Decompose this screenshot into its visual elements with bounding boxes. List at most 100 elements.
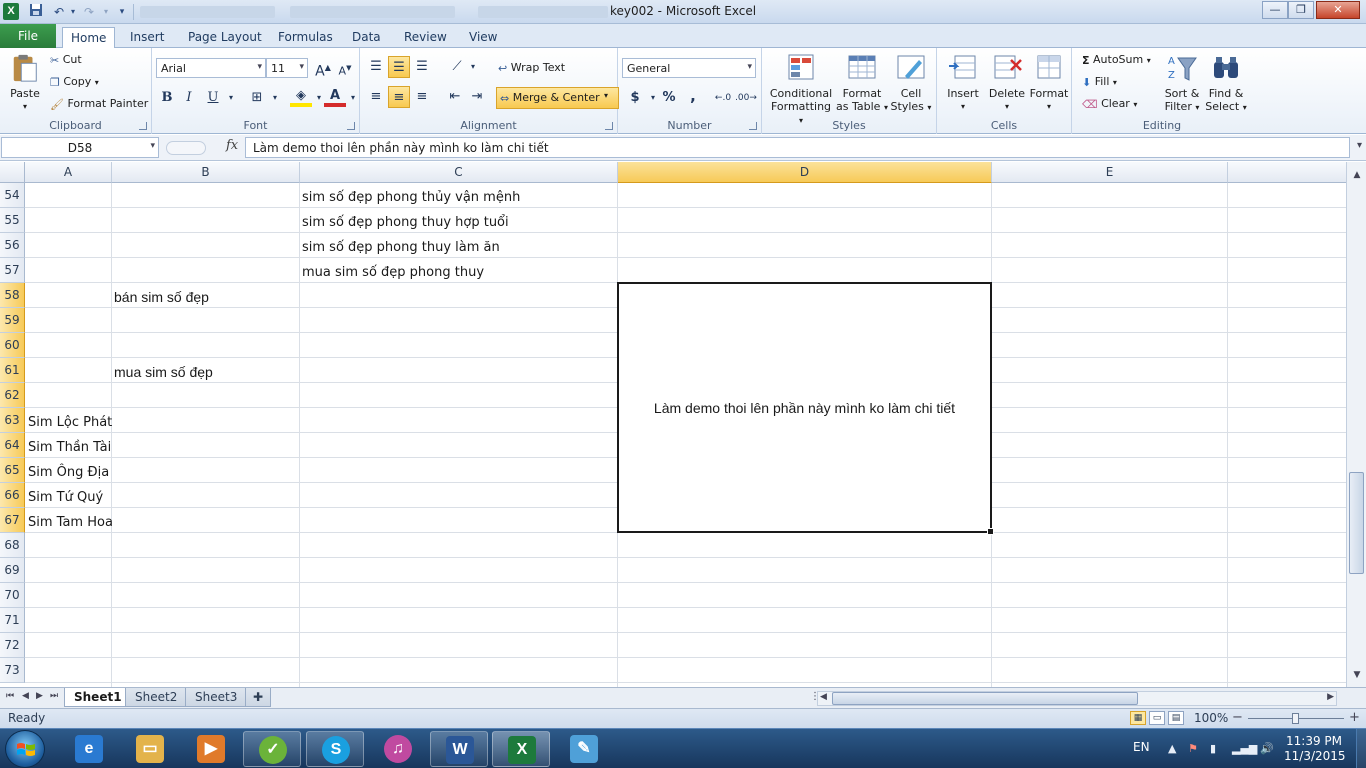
cut-button[interactable]: ✂ Cut: [50, 53, 82, 67]
taskbar-skype[interactable]: S: [306, 731, 364, 767]
align-center-icon[interactable]: ≡: [388, 86, 410, 108]
column-header-e[interactable]: E: [992, 162, 1228, 183]
column-header-a[interactable]: A: [25, 162, 112, 183]
formula-input[interactable]: Làm demo thoi lên phần này mình ko làm c…: [245, 137, 1350, 158]
copy-button[interactable]: ❐ Copy ▾: [50, 75, 99, 89]
row-header-60[interactable]: 60: [0, 333, 25, 358]
row-header-61[interactable]: 61: [0, 358, 25, 383]
row-header-59[interactable]: 59: [0, 308, 25, 333]
tab-home[interactable]: Home: [62, 27, 116, 49]
zoom-in-button[interactable]: +: [1349, 710, 1360, 725]
align-left-icon[interactable]: ≡: [365, 86, 387, 108]
scroll-right-icon[interactable]: ▶: [1327, 692, 1334, 702]
shrink-font-icon[interactable]: A▼: [334, 57, 356, 79]
minimize-button[interactable]: —: [1262, 1, 1288, 19]
cell-c56[interactable]: sim số đẹp phong thuy làm ăn: [299, 235, 500, 260]
bold-button[interactable]: B: [156, 87, 178, 109]
tab-data[interactable]: Data: [344, 27, 389, 48]
grow-font-icon[interactable]: A▲: [312, 57, 334, 80]
taskbar-itunes[interactable]: ♫: [369, 731, 427, 767]
paste-dropdown-icon[interactable]: ▾: [6, 100, 44, 113]
name-box[interactable]: D58: [1, 137, 159, 158]
taskbar-paint[interactable]: ✎: [555, 731, 613, 767]
scroll-up-icon[interactable]: ▲: [1349, 170, 1365, 180]
volume-icon[interactable]: 🔊: [1260, 742, 1274, 755]
row-header-58[interactable]: 58: [0, 283, 25, 308]
select-all-button[interactable]: [0, 162, 25, 183]
cell-a64[interactable]: Sim Thần Tài: [25, 435, 111, 460]
wrap-text-button[interactable]: ↩ Wrap Text: [498, 61, 565, 75]
start-button[interactable]: [5, 730, 45, 768]
cell-c55[interactable]: sim số đẹp phong thuy hợp tuổi: [299, 210, 509, 235]
zoom-slider-knob[interactable]: [1292, 713, 1299, 724]
align-right-icon[interactable]: ≡: [411, 86, 433, 108]
row-header-57[interactable]: 57: [0, 258, 25, 283]
number-format-select[interactable]: General: [622, 58, 756, 78]
row-header-70[interactable]: 70: [0, 583, 25, 608]
page-layout-view-icon[interactable]: ▭: [1149, 711, 1165, 725]
cell-a67[interactable]: Sim Tam Hoa: [25, 510, 113, 535]
font-launcher-icon[interactable]: [347, 122, 355, 130]
conditional-formatting-button[interactable]: Conditional Formatting ▾: [768, 52, 834, 127]
cell-a66[interactable]: Sim Tứ Quý: [25, 485, 103, 510]
format-as-table-button[interactable]: Format as Table ▾: [836, 52, 888, 114]
last-sheet-icon[interactable]: ⏭: [50, 691, 58, 701]
formula-bar-resize-handle[interactable]: [166, 141, 206, 155]
align-middle-icon[interactable]: ☰: [388, 56, 410, 78]
row-header-62[interactable]: 62: [0, 383, 25, 408]
page-break-view-icon[interactable]: ▤: [1168, 711, 1184, 725]
borders-dropdown-icon[interactable]: ▾: [264, 87, 286, 109]
column-header-b[interactable]: B: [112, 162, 300, 183]
tab-insert[interactable]: Insert: [122, 27, 172, 48]
show-hidden-icons-icon[interactable]: ▲: [1168, 742, 1176, 755]
copy-dropdown-icon[interactable]: ▾: [95, 78, 99, 87]
number-launcher-icon[interactable]: [749, 122, 757, 130]
cell-c54[interactable]: sim số đẹp phong thủy vận mệnh: [299, 185, 520, 210]
column-header-f[interactable]: F: [1228, 162, 1346, 183]
taskbar-excel[interactable]: X: [492, 731, 550, 767]
row-header-55[interactable]: 55: [0, 208, 25, 233]
paste-button[interactable]: Paste ▾: [6, 52, 44, 113]
close-button[interactable]: ✕: [1316, 1, 1360, 19]
tab-file[interactable]: File: [0, 24, 56, 48]
zoom-level[interactable]: 100%: [1194, 711, 1228, 725]
prev-sheet-icon[interactable]: ◀: [22, 691, 29, 701]
scroll-down-icon[interactable]: ▼: [1349, 670, 1365, 680]
next-sheet-icon[interactable]: ▶: [36, 691, 43, 701]
maximize-button[interactable]: ❐: [1288, 1, 1314, 19]
cell-a63[interactable]: Sim Lộc Phát: [25, 410, 112, 435]
fill-button[interactable]: ⬇ Fill ▾: [1082, 75, 1117, 89]
font-size-select[interactable]: 11: [266, 58, 308, 78]
italic-button[interactable]: I: [178, 87, 200, 109]
taskbar-coccoc[interactable]: ✓: [243, 731, 301, 767]
cell-c57[interactable]: mua sim số đẹp phong thuy: [299, 260, 484, 285]
delete-cells-button[interactable]: Delete ▾: [985, 52, 1029, 113]
vertical-scroll-thumb[interactable]: [1349, 472, 1364, 574]
sheet-tab-sheet1[interactable]: Sheet1: [64, 688, 132, 707]
column-header-d[interactable]: D: [618, 162, 992, 183]
increase-indent-icon[interactable]: ⇥: [466, 86, 488, 108]
sheet-tab-sheet3[interactable]: Sheet3: [185, 688, 248, 707]
row-header-56[interactable]: 56: [0, 233, 25, 258]
device-icon[interactable]: ▮: [1210, 742, 1216, 755]
first-sheet-icon[interactable]: ⏮: [6, 691, 14, 701]
taskbar-clock[interactable]: 11:39 PM 11/3/2015: [1284, 734, 1346, 764]
decrease-indent-icon[interactable]: ⇤: [444, 86, 466, 108]
increase-decimal-icon[interactable]: ←.0: [712, 87, 734, 109]
row-header-69[interactable]: 69: [0, 558, 25, 583]
sheet-tab-sheet2[interactable]: Sheet2: [125, 688, 188, 707]
align-bottom-icon[interactable]: ☰: [411, 56, 433, 78]
row-header-73[interactable]: 73: [0, 658, 25, 683]
insert-sheet-icon[interactable]: ✚: [245, 688, 272, 707]
find-select-button[interactable]: Find & Select ▾: [1204, 52, 1248, 114]
autosum-button[interactable]: Σ AutoSum ▾: [1082, 53, 1151, 67]
row-header-67[interactable]: 67: [0, 508, 25, 533]
percent-button[interactable]: %: [658, 87, 680, 109]
clear-button[interactable]: ⌫ Clear ▾: [1082, 97, 1137, 111]
format-painter-button[interactable]: 🖌 Format Painter: [50, 97, 148, 111]
format-cells-button[interactable]: Format ▾: [1027, 52, 1071, 113]
row-header-66[interactable]: 66: [0, 483, 25, 508]
row-header-64[interactable]: 64: [0, 433, 25, 458]
align-top-icon[interactable]: ☰: [365, 56, 387, 78]
insert-function-button[interactable]: fx: [226, 138, 238, 153]
